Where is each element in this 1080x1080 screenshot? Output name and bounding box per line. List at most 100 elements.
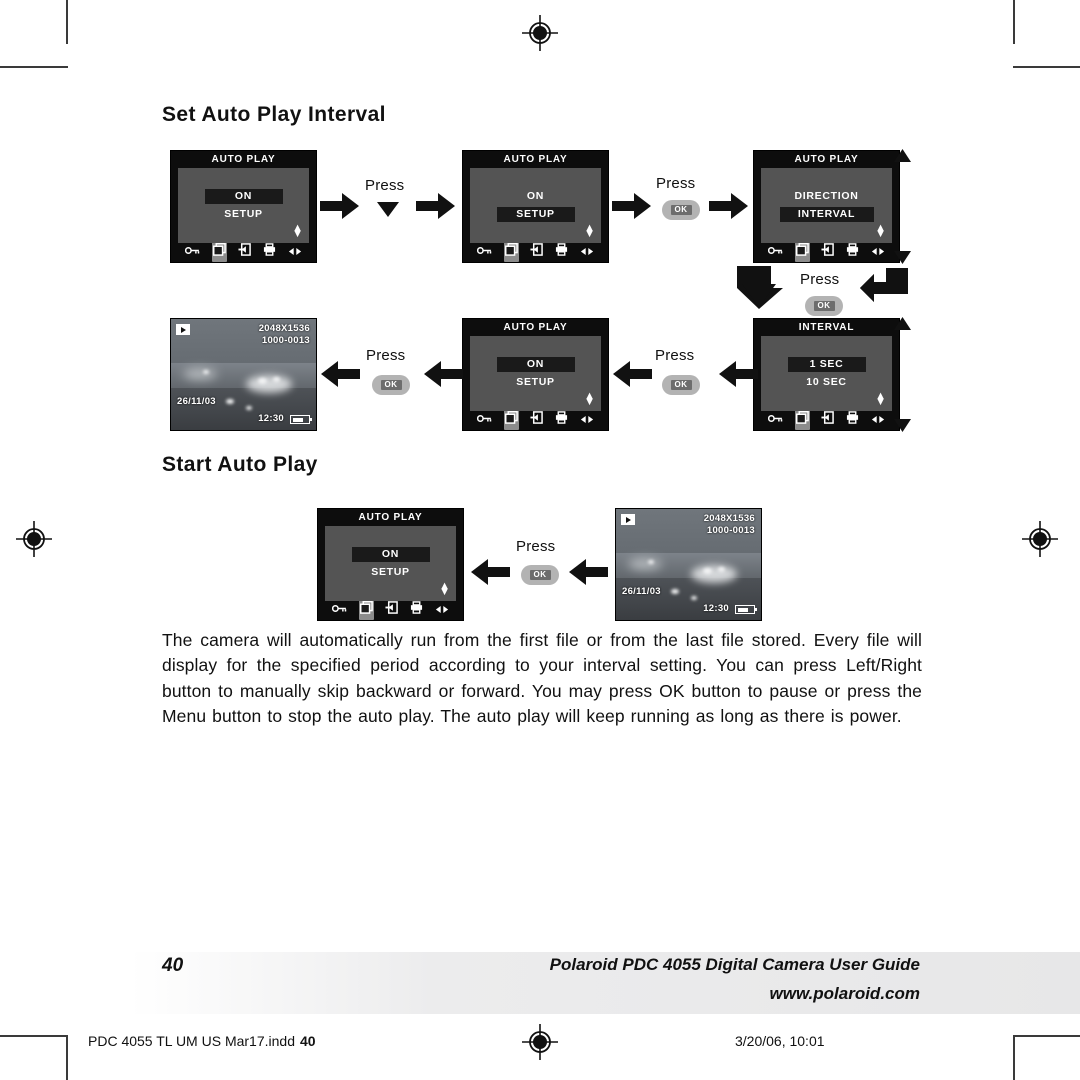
menu-option-on[interactable]: ON — [204, 188, 283, 204]
menu-option-on[interactable]: ON — [497, 189, 575, 204]
up-down-indicator-icon: ▲ ▼ — [439, 579, 450, 598]
screen-body: ON SETUP ▲ ▼ — [470, 168, 601, 243]
copy-pages-icon[interactable] — [211, 242, 227, 262]
copy-pages-icon[interactable] — [503, 410, 519, 430]
printer-icon[interactable] — [846, 411, 859, 429]
ok-button-label: OK — [529, 569, 551, 581]
copy-pages-icon[interactable] — [794, 242, 810, 262]
menu-option-setup[interactable]: SETUP — [496, 207, 575, 223]
printer-icon[interactable] — [555, 411, 568, 429]
printer-icon[interactable] — [263, 243, 276, 261]
left-right-arrows-icon[interactable] — [580, 243, 594, 261]
printer-icon[interactable] — [410, 601, 423, 619]
menu-option-interval[interactable]: INTERVAL — [779, 207, 874, 223]
photo-light-spark-2 — [717, 566, 725, 572]
copy-pages-icon[interactable] — [358, 600, 374, 620]
left-right-arrows-icon[interactable] — [871, 411, 885, 429]
photo-file-number-label: 1000-0013 — [261, 335, 310, 346]
key-icon[interactable] — [767, 243, 783, 261]
screen-title: AUTO PLAY — [211, 154, 276, 165]
up-down-indicator-icon: ▲ ▼ — [584, 221, 595, 240]
screen-autoplay-start[interactable]: AUTO PLAY ON SETUP ▲ ▼ — [317, 508, 464, 621]
transfer-icon[interactable] — [821, 243, 835, 261]
press-label-2: Press — [656, 175, 696, 192]
arrow-left-3 — [423, 360, 463, 388]
footer-url[interactable]: www.polaroid.com — [770, 984, 921, 1004]
screen-autoplay-on-row2[interactable]: AUTO PLAY ON SETUP ▲ ▼ — [462, 318, 609, 431]
arrow-left-2 — [612, 360, 652, 388]
arrow-elbow-left — [860, 268, 908, 310]
screen-body: ON SETUP ▲ ▼ — [470, 336, 601, 411]
ok-button-4[interactable]: OK — [372, 375, 410, 395]
menu-option-setup[interactable]: SETUP — [497, 375, 575, 390]
arrow-right-2 — [416, 192, 456, 220]
printer-icon[interactable] — [555, 243, 568, 261]
photo-preview-1[interactable]: 2048X1536 1000-0013 26/11/03 12:30 — [170, 318, 317, 431]
key-icon[interactable] — [331, 601, 347, 619]
key-icon[interactable] — [476, 243, 492, 261]
menu-option-setup[interactable]: SETUP — [352, 565, 430, 580]
photo-light-spark-4 — [226, 398, 235, 404]
left-right-arrows-icon[interactable] — [580, 411, 594, 429]
screen-autoplay-submenu[interactable]: AUTO PLAY DIRECTION INTERVAL ▲ ▼ — [753, 150, 900, 263]
left-right-arrows-icon[interactable] — [435, 601, 449, 619]
heading-start-auto-play: Start Auto Play — [162, 453, 318, 476]
photo-date-label: 26/11/03 — [177, 396, 216, 408]
transfer-icon[interactable] — [530, 411, 544, 429]
menu-option-on[interactable]: ON — [496, 356, 575, 372]
ok-button-3[interactable]: OK — [662, 375, 700, 395]
ok-button-label: OK — [670, 379, 692, 391]
playback-mode-icon — [176, 324, 190, 335]
menu-option-direction[interactable]: DIRECTION — [780, 189, 874, 204]
screen-autoplay-on[interactable]: AUTO PLAY ON SETUP ▲ ▼ — [170, 150, 317, 263]
battery-icon — [290, 415, 312, 424]
photo-light-spark-5 — [246, 405, 253, 410]
nav-up-triangle-1 — [894, 149, 911, 168]
key-icon[interactable] — [476, 411, 492, 429]
key-icon[interactable] — [767, 411, 783, 429]
ok-button-label: OK — [380, 379, 402, 391]
left-right-arrows-icon[interactable] — [871, 243, 885, 261]
playback-mode-icon — [621, 514, 635, 525]
arrow-left-1 — [718, 360, 758, 388]
photo-preview-2[interactable]: 2048X1536 1000-0013 26/11/03 12:30 — [615, 508, 762, 621]
arrow-left-5 — [470, 558, 510, 586]
down-button-icon-1 — [377, 201, 399, 223]
screen-body: ON SETUP ▲ ▼ — [178, 168, 309, 243]
slug-page-number: 40 — [300, 1033, 316, 1049]
photo-light-spark-5 — [691, 595, 698, 600]
key-icon[interactable] — [184, 243, 200, 261]
menu-option-10sec[interactable]: 10 SEC — [788, 375, 866, 390]
transfer-icon[interactable] — [530, 243, 544, 261]
ok-button-2[interactable]: OK — [805, 296, 843, 316]
transfer-icon[interactable] — [238, 243, 252, 261]
copy-pages-icon[interactable] — [503, 242, 519, 262]
photo-light-spark-1 — [258, 377, 267, 384]
copy-pages-icon[interactable] — [794, 410, 810, 430]
photo-light-spark-1 — [703, 567, 712, 574]
up-down-indicator-icon: ▲ ▼ — [875, 389, 886, 408]
menu-option-on[interactable]: ON — [351, 546, 430, 562]
left-right-arrows-icon[interactable] — [288, 243, 302, 261]
screen-icon-bar — [754, 410, 899, 430]
menu-option-1sec[interactable]: 1 SEC — [787, 356, 866, 372]
ok-button-5[interactable]: OK — [521, 565, 559, 585]
photo-time-label: 12:30 — [258, 413, 284, 425]
arrow-left-4 — [320, 360, 360, 388]
ok-button-label: OK — [813, 300, 835, 312]
body-paragraph: The camera will automatically run from t… — [162, 630, 922, 727]
printer-icon[interactable] — [846, 243, 859, 261]
photo-file-number-label: 1000-0013 — [706, 525, 755, 536]
up-down-indicator-icon: ▲ ▼ — [292, 221, 303, 240]
screen-interval[interactable]: INTERVAL 1 SEC 10 SEC ▲ ▼ — [753, 318, 900, 431]
slug-timestamp: 3/20/06, 10:01 — [735, 1033, 825, 1049]
menu-option-setup[interactable]: SETUP — [205, 207, 283, 222]
screen-icon-bar — [318, 600, 463, 620]
photo-light-spark-4 — [671, 588, 680, 594]
screen-autoplay-setup[interactable]: AUTO PLAY ON SETUP ▲ ▼ — [462, 150, 609, 263]
screen-body: ON SETUP ▲ ▼ — [325, 526, 456, 601]
transfer-icon[interactable] — [821, 411, 835, 429]
ok-button-1[interactable]: OK — [662, 200, 700, 220]
screen-title: INTERVAL — [798, 322, 855, 333]
transfer-icon[interactable] — [385, 601, 399, 619]
